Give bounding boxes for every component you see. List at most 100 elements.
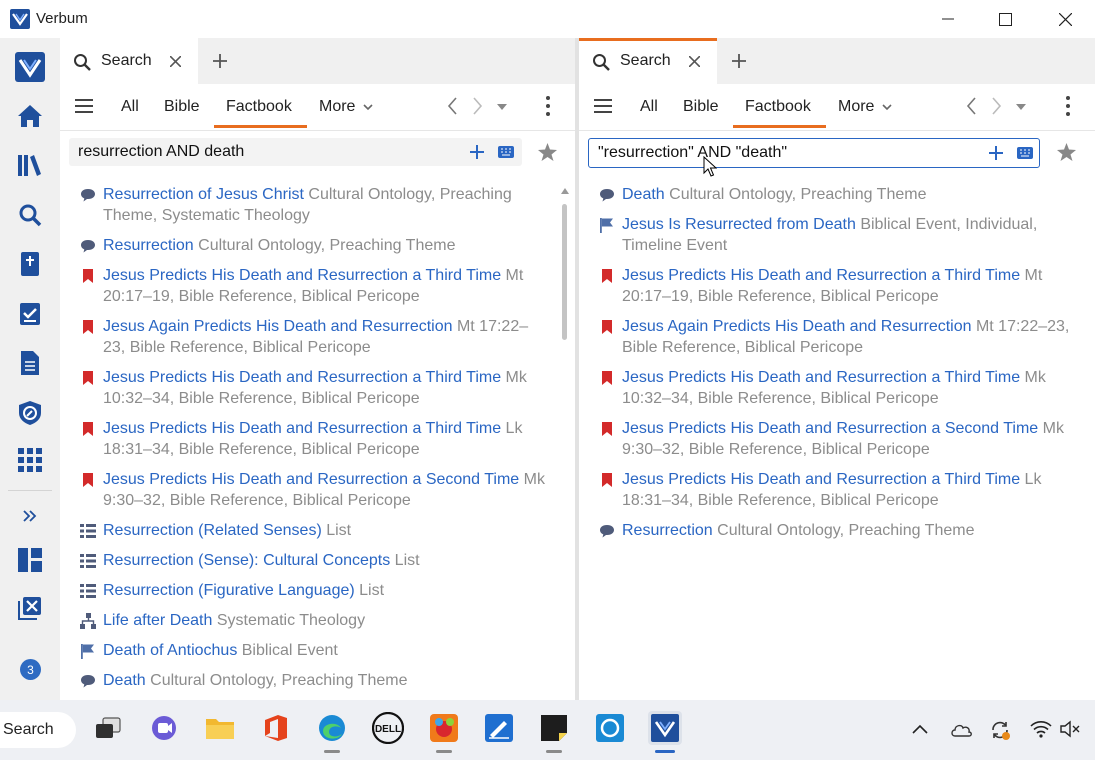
result-item[interactable]: Jesus Predicts His Death and Resurrectio… — [80, 367, 547, 409]
scrollbar-track[interactable] — [561, 188, 569, 700]
close-all-panels-button[interactable] — [12, 590, 48, 626]
favorite-star-icon[interactable] — [1057, 143, 1076, 161]
sticky-notes-button[interactable] — [537, 711, 571, 745]
result-title-link[interactable]: Jesus Again Predicts His Death and Resur… — [622, 318, 972, 335]
result-title-link[interactable]: Resurrection — [622, 522, 713, 539]
result-item[interactable]: Jesus Predicts His Death and Resurrectio… — [599, 265, 1073, 307]
close-window-button[interactable] — [1036, 0, 1094, 38]
result-title-link[interactable]: Resurrection — [103, 237, 194, 254]
result-item[interactable]: Jesus Predicts His Death and Resurrectio… — [80, 265, 547, 307]
result-title-link[interactable]: Death of Antiochus — [103, 642, 237, 659]
result-title-link[interactable]: Jesus Is Resurrected from Death — [622, 216, 856, 233]
tab-more[interactable]: More — [838, 98, 874, 116]
result-title-link[interactable]: Jesus Again Predicts His Death and Resur… — [103, 318, 453, 335]
scroll-up-arrow-icon[interactable] — [561, 188, 569, 194]
result-title-link[interactable]: Jesus Predicts His Death and Resurrectio… — [622, 267, 1020, 284]
result-item[interactable]: Jesus Predicts His Death and Resurrectio… — [599, 469, 1073, 511]
result-item[interactable]: Resurrection Cultural Ontology, Preachin… — [80, 235, 547, 256]
wifi-icon[interactable] — [1030, 720, 1052, 738]
layouts-button[interactable] — [12, 542, 48, 578]
result-title-link[interactable]: Jesus Predicts His Death and Resurrectio… — [622, 420, 1038, 437]
tab-all[interactable]: All — [121, 98, 139, 116]
cortana-button[interactable] — [593, 711, 627, 745]
more-options-icon[interactable] — [546, 96, 550, 116]
candy-game-button[interactable] — [427, 711, 461, 745]
result-item[interactable]: Life after Death Systematic Theology — [80, 610, 547, 631]
hamburger-menu-icon[interactable] — [75, 99, 93, 113]
forward-arrow-icon[interactable] — [992, 97, 1002, 115]
tab-factbook[interactable]: Factbook — [745, 98, 811, 116]
result-title-link[interactable]: Jesus Predicts His Death and Resurrectio… — [103, 420, 501, 437]
result-item[interactable]: Jesus Again Predicts His Death and Resur… — [80, 316, 547, 358]
guides-button[interactable] — [12, 395, 48, 431]
right-search-tab[interactable]: Search — [579, 38, 717, 84]
scrollbar-thumb[interactable] — [562, 204, 567, 340]
result-item[interactable]: Resurrection of Jesus Christ Cultural On… — [80, 184, 547, 226]
result-item[interactable]: Jesus Predicts His Death and Resurrectio… — [599, 367, 1073, 409]
result-title-link[interactable]: Resurrection of Jesus Christ — [103, 186, 304, 203]
result-title-link[interactable]: Resurrection (Related Senses) — [103, 522, 322, 539]
edge-browser-button[interactable] — [315, 711, 349, 745]
history-dropdown-icon[interactable] — [1016, 104, 1026, 110]
task-view-button[interactable] — [91, 711, 125, 745]
tasks-button[interactable] — [12, 296, 48, 332]
speaker-muted-icon[interactable] — [1060, 720, 1082, 738]
search-query-text[interactable]: "resurrection" AND "death" — [598, 144, 787, 162]
right-search-input[interactable]: "resurrection" AND "death" — [588, 138, 1040, 168]
new-tab-icon[interactable] — [732, 54, 746, 68]
dell-app-button[interactable]: DELL — [371, 711, 405, 745]
documents-button[interactable] — [12, 345, 48, 381]
minimize-button[interactable] — [919, 0, 977, 38]
result-item[interactable]: Jesus Is Resurrected from Death Biblical… — [599, 214, 1073, 256]
result-title-link[interactable]: Life after Death — [103, 612, 212, 629]
whiteboard-button[interactable] — [482, 711, 516, 745]
search-nav-button[interactable] — [12, 197, 48, 233]
keyboard-icon[interactable] — [498, 146, 514, 158]
file-explorer-button[interactable] — [203, 711, 237, 745]
new-tab-icon[interactable] — [213, 54, 227, 68]
result-item[interactable]: Jesus Again Predicts His Death and Resur… — [599, 316, 1073, 358]
result-item[interactable]: Resurrection (Figurative Language) List — [80, 580, 547, 601]
sync-update-icon[interactable] — [989, 719, 1011, 741]
left-search-input[interactable]: resurrection AND death — [69, 138, 522, 166]
result-title-link[interactable]: Death — [103, 672, 146, 689]
result-item[interactable]: Death Cultural Ontology, Preaching Theme — [80, 670, 547, 691]
result-title-link[interactable]: Jesus Predicts His Death and Resurrectio… — [103, 369, 501, 386]
result-title-link[interactable]: Jesus Predicts His Death and Resurrectio… — [622, 369, 1020, 386]
result-item[interactable]: Resurrection (Sense): Cultural Concepts … — [80, 550, 547, 571]
forward-arrow-icon[interactable] — [473, 97, 483, 115]
result-title-link[interactable]: Jesus Predicts His Death and Resurrectio… — [103, 267, 501, 284]
add-icon[interactable] — [989, 146, 1003, 160]
history-dropdown-icon[interactable] — [497, 104, 507, 110]
chevron-up-icon[interactable] — [912, 724, 928, 734]
close-tab-icon[interactable] — [170, 56, 181, 67]
onedrive-cloud-icon[interactable] — [950, 721, 972, 737]
result-item[interactable]: Resurrection Cultural Ontology, Preachin… — [599, 520, 1073, 541]
result-title-link[interactable]: Resurrection (Sense): Cultural Concepts — [103, 552, 390, 569]
result-title-link[interactable]: Resurrection (Figurative Language) — [103, 582, 355, 599]
taskbar-search-box[interactable]: Search — [0, 712, 76, 748]
close-tab-icon[interactable] — [689, 56, 700, 67]
result-item[interactable]: Resurrection (Related Senses) List — [80, 520, 547, 541]
notification-badge[interactable]: 3 — [20, 659, 41, 680]
result-title-link[interactable]: Jesus Predicts His Death and Resurrectio… — [622, 471, 1020, 488]
result-item[interactable]: Death Cultural Ontology, Preaching Theme — [599, 184, 1073, 205]
home-button[interactable] — [12, 98, 48, 134]
maximize-button[interactable] — [976, 0, 1034, 38]
tab-factbook[interactable]: Factbook — [226, 98, 292, 116]
bible-button[interactable] — [12, 246, 48, 282]
result-item[interactable]: Jesus Predicts His Death and Resurrectio… — [80, 469, 547, 511]
verbum-taskbar-button[interactable] — [648, 711, 682, 745]
result-item[interactable]: Jesus Predicts His Death and Resurrectio… — [80, 418, 547, 460]
add-icon[interactable] — [470, 145, 484, 159]
search-query-text[interactable]: resurrection AND death — [78, 143, 244, 161]
result-item[interactable]: Death of Antiochus Biblical Event — [80, 640, 547, 661]
tab-more[interactable]: More — [319, 98, 355, 116]
back-arrow-icon[interactable] — [966, 97, 976, 115]
result-title-link[interactable]: Jesus Predicts His Death and Resurrectio… — [103, 471, 519, 488]
left-search-tab[interactable]: Search — [60, 38, 198, 84]
teams-chat-button[interactable] — [147, 711, 181, 745]
result-title-link[interactable]: Death — [622, 186, 665, 203]
tab-bible[interactable]: Bible — [164, 98, 200, 116]
apps-button[interactable] — [12, 442, 48, 478]
